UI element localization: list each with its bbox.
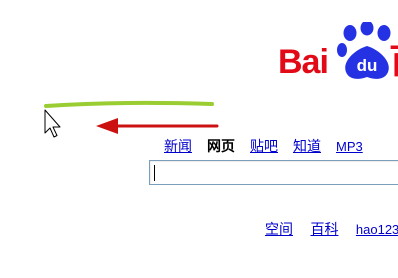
paw-text: du [357,56,378,75]
nav-item-web[interactable]: 网页 [207,138,235,156]
nav-item-news[interactable]: 新闻 [164,138,192,156]
arrow-cursor-icon [44,109,61,138]
search-category-nav: 新闻 网页 贴吧 知道 MP3 [164,138,378,156]
bottom-links: 空间 百科 hao123 [265,221,398,239]
nav-item-zhidao[interactable]: 知道 [293,138,321,156]
green-highlight-line [44,100,214,108]
logo-text: Bai [278,43,329,81]
nav-item-tieba[interactable]: 贴吧 [250,138,278,156]
link-space[interactable]: 空间 [265,221,293,239]
link-baike[interactable]: 百科 [310,221,338,239]
nav-item-mp3[interactable]: MP3 [336,138,363,156]
search-input[interactable] [149,160,398,185]
red-arrow-icon [96,118,219,134]
link-hao123[interactable]: hao123 [356,221,398,239]
baidu-logo[interactable]: Bai du 百 [278,22,398,84]
text-caret [154,165,155,181]
logo-tail: 百 [389,45,398,79]
